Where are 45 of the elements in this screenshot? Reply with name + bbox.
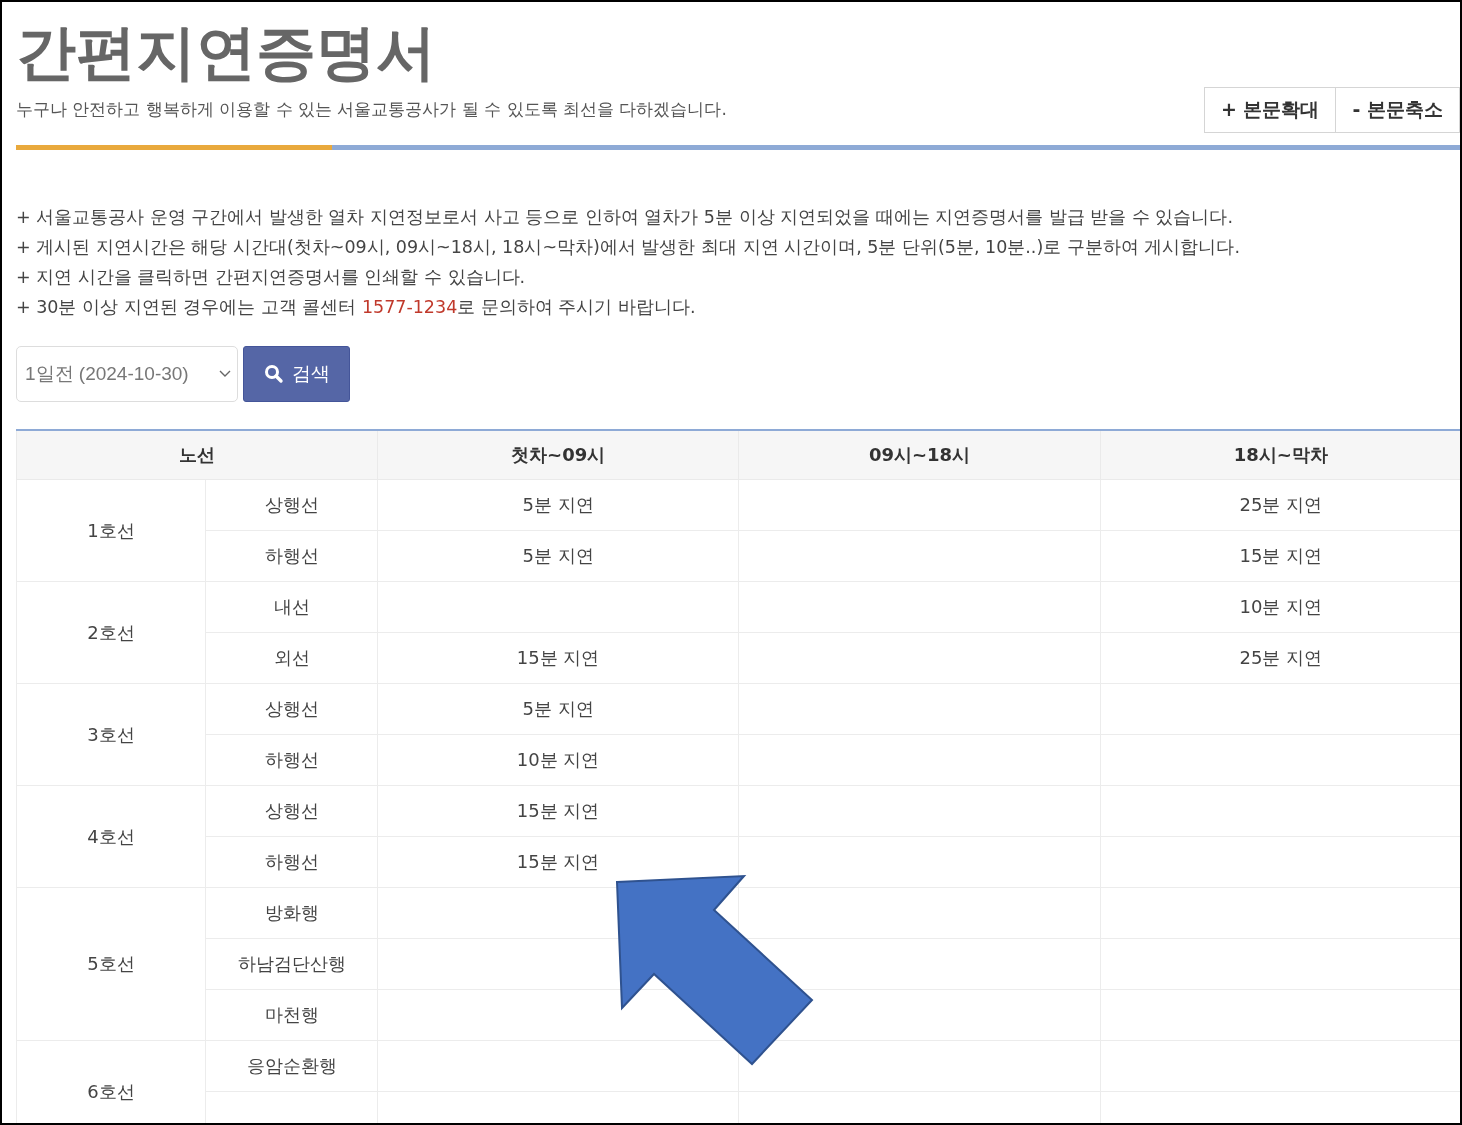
page-title: 간편지연증명서 [16,16,437,89]
delay-link[interactable]: 5분 지연 [522,545,594,566]
direction-name: 내선 [273,596,310,617]
direction-name: 방화행 [264,902,319,923]
column-header: 노선 [179,444,215,465]
font-size-button[interactable]: - 본문축소 [1335,87,1460,133]
line-name: 4호선 [87,825,135,847]
direction-name: 응암순환행 [246,1055,337,1076]
column-header: 18시~막차 [1233,444,1328,465]
notice-text: + 지연 시간을 클릭하면 간편지연증명서를 인쇄할 수 있습니다. [16,266,527,289]
line-name: 1호선 [87,519,135,541]
direction-name: 상행선 [264,698,319,719]
notice-text: + 30분 이상 지연된 경우에는 고객 콜센터 1577-1234로 문의하여 주시기 바랍니다. [16,296,697,319]
delay-link[interactable]: 25분 지연 [1239,647,1323,668]
direction-name: 하행선 [264,851,319,872]
delay-link[interactable]: 5분 지연 [522,698,594,719]
line-name: 3호선 [87,723,135,745]
delay-link[interactable]: 25분 지연 [1239,494,1323,515]
delay-link[interactable]: 10분 지연 [516,749,600,770]
direction-name: 외선 [273,647,310,668]
delay-link[interactable]: 15분 지연 [516,800,600,821]
direction-name: 하행선 [264,749,319,770]
page-subtitle: 누구나 안전하고 행복하게 이용할 수 있는 서울교통공사가 될 수 있도록 최선을 다하겠습니다. [16,98,727,121]
direction-name: 마천행 [264,1004,319,1025]
delay-link[interactable]: 15분 지연 [516,647,600,668]
search-icon [263,364,284,384]
direction-name: 상행선 [264,494,319,515]
delay-link[interactable]: 10분 지연 [1239,596,1323,617]
date-select[interactable]: 1일전 (2024-10-30) [16,346,238,402]
line-name: 2호선 [87,621,135,643]
notice-text: + 게시된 지연시간은 해당 시간대(첫차~09시, 09시~18시, 18시~막차)에서 발생한 최대 지연 시간이며, 5분 단위(5분, 10분..)로 구분하여 게시합니다. [16,236,1241,259]
font-size-button[interactable]: + 본문확대 [1203,87,1337,133]
direction-name: 상행선 [264,800,319,821]
line-name: 6호선 [87,1080,135,1102]
delay-link[interactable]: 5분 지연 [522,494,594,515]
delay-link[interactable]: 15분 지연 [516,851,600,872]
direction-name: 하남검단산행 [237,953,346,974]
notice-text: + 서울교통공사 운영 구간에서 발생한 열차 지연정보로서 사고 등으로 인하여 열차가 5분 이상 지연되었을 때에는 지연증명서를 발급 받을 수 있습니다. [16,206,1235,229]
line-name: 5호선 [87,953,135,974]
direction-name: 하행선 [264,545,319,566]
column-header: 09시~18시 [868,444,971,465]
delay-link[interactable]: 15분 지연 [1239,545,1323,566]
chevron-down-icon [219,370,231,378]
search-button[interactable]: 검색 [243,346,350,402]
column-header: 첫차~09시 [511,444,606,465]
